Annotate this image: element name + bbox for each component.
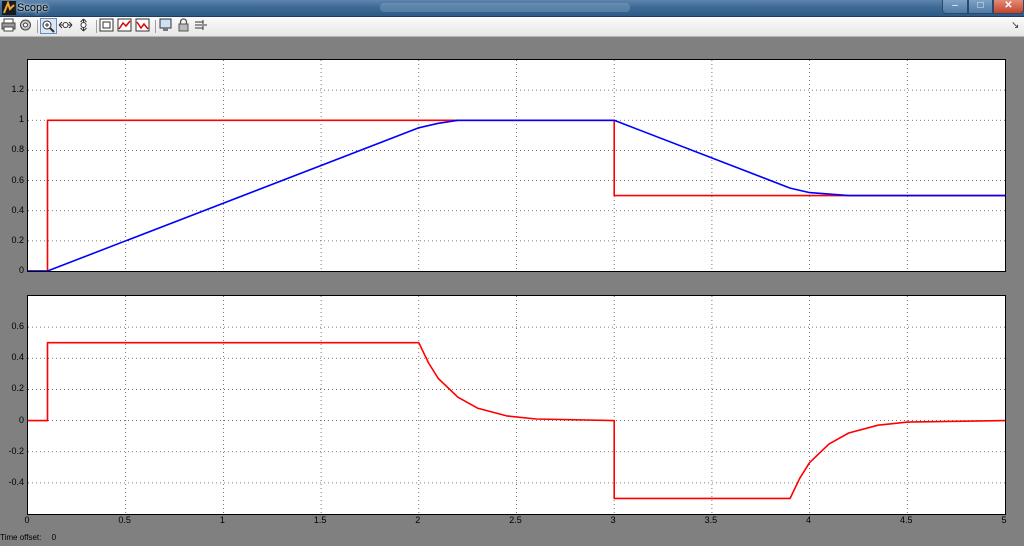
zoom-y-button[interactable] — [76, 18, 93, 34]
print-icon — [1, 18, 16, 32]
zoom-x-icon — [58, 21, 73, 29]
y-tick-label: 0.2 — [11, 234, 24, 245]
autoscale-button[interactable] — [99, 18, 116, 34]
y-tick-label: 1.2 — [11, 84, 24, 95]
x-tick-label: 5 — [1001, 515, 1007, 525]
y-tick-label: -0.4 — [8, 476, 24, 487]
y-tick-label: 0.6 — [11, 174, 24, 185]
y-tick-label: 0.4 — [11, 204, 24, 215]
signal-selection-button[interactable] — [194, 18, 211, 34]
x-tick-label: 4 — [806, 515, 812, 525]
plot-svg-1 — [28, 60, 1005, 271]
x-tick-label: 0 — [24, 515, 30, 525]
lock-axes-icon — [178, 18, 189, 32]
x-tick-label: 3 — [610, 515, 616, 525]
print-button[interactable] — [1, 18, 18, 34]
plot-svg-2 — [28, 296, 1005, 514]
window-title: Scope — [17, 2, 49, 14]
time-offset-label: Time offset: — [0, 533, 42, 542]
y-tick-label: 0.6 — [11, 321, 24, 332]
y-tick-label: 0.2 — [11, 383, 24, 394]
zoom-y-icon — [80, 18, 87, 32]
autoscale-icon — [99, 18, 114, 32]
x-tick-label: 2 — [415, 515, 421, 525]
minimize-button[interactable]: – — [942, 0, 968, 14]
title-bar: Scope – □ ✕ — [0, 0, 1024, 17]
zoom-x-button[interactable] — [58, 18, 75, 34]
lock-axes-button[interactable] — [176, 18, 193, 34]
y-tick-label: 0 — [18, 414, 24, 425]
title-bar-blurred-text — [380, 3, 630, 12]
floating-scope-icon — [159, 18, 172, 31]
y-tick-label: 0 — [18, 265, 24, 275]
x-tick-label: 3.5 — [704, 515, 718, 525]
close-button[interactable]: ✕ — [993, 0, 1024, 14]
y-tick-label: -0.2 — [8, 445, 24, 456]
parameters-button[interactable] — [18, 18, 35, 34]
toolbar-separator — [37, 20, 38, 33]
toolbar-separator — [155, 20, 156, 33]
x-tick-label: 4.5 — [900, 515, 913, 525]
signal-selection-icon — [195, 20, 207, 30]
restore-axes-button[interactable] — [135, 18, 152, 34]
scope-plot-area: 0 0.2 0.4 0.6 0.8 1 1.2 -0.4 -0.2 0 0.2 0.4 0.6 0 0.5 1… — [0, 37, 1024, 546]
x-tick-label: 1.5 — [313, 515, 327, 525]
save-axes-icon — [117, 18, 132, 32]
time-offset-readout: Time offset: 0 — [0, 533, 56, 542]
y-tick-label: 0.4 — [11, 352, 24, 363]
axes-1[interactable] — [27, 59, 1006, 272]
y-tick-label: 0.8 — [11, 144, 24, 155]
zoom-button[interactable] — [40, 18, 57, 34]
simulink-app-icon — [2, 1, 16, 15]
toolbar-separator — [96, 20, 97, 33]
scope-toolbar: ↘ — [0, 17, 1024, 37]
floating-scope-button[interactable] — [158, 18, 175, 34]
y-tick-label: 1 — [18, 114, 24, 125]
restore-axes-icon — [135, 18, 150, 32]
x-tick-label: 0.5 — [118, 515, 131, 525]
x-tick-label: 2.5 — [509, 515, 522, 525]
maximize-button[interactable]: □ — [968, 0, 993, 14]
axes-2[interactable] — [27, 295, 1006, 515]
x-tick-label: 1 — [219, 515, 225, 525]
parameters-icon — [20, 19, 31, 31]
toolbar-overflow-icon[interactable]: ↘ — [1011, 20, 1019, 31]
time-offset-value: 0 — [51, 533, 57, 542]
save-axes-button[interactable] — [117, 18, 134, 34]
zoom-icon — [42, 20, 55, 33]
